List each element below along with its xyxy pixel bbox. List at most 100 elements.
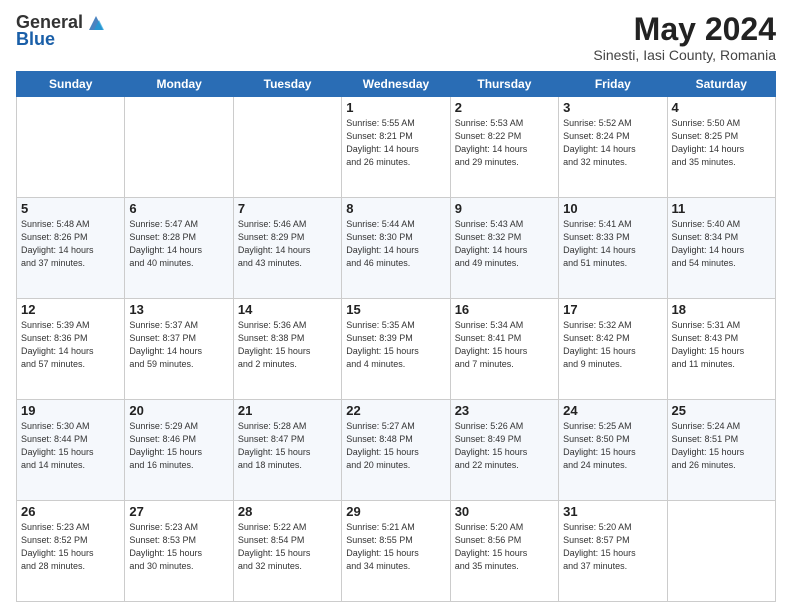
calendar-cell	[667, 501, 775, 602]
weekday-header-thursday: Thursday	[450, 72, 558, 97]
day-info: Sunrise: 5:50 AM Sunset: 8:25 PM Dayligh…	[672, 117, 771, 169]
day-number: 22	[346, 403, 445, 418]
calendar-cell: 6 Sunrise: 5:47 AM Sunset: 8:28 PM Daylig…	[125, 198, 233, 299]
day-info: Sunrise: 5:37 AM Sunset: 8:37 PM Dayligh…	[129, 319, 228, 371]
calendar-cell: 2 Sunrise: 5:53 AM Sunset: 8:22 PM Daylig…	[450, 97, 558, 198]
day-info: Sunrise: 5:32 AM Sunset: 8:42 PM Dayligh…	[563, 319, 662, 371]
calendar-cell: 5 Sunrise: 5:48 AM Sunset: 8:26 PM Daylig…	[17, 198, 125, 299]
day-number: 11	[672, 201, 771, 216]
day-number: 26	[21, 504, 120, 519]
day-number: 14	[238, 302, 337, 317]
day-info: Sunrise: 5:47 AM Sunset: 8:28 PM Dayligh…	[129, 218, 228, 270]
day-info: Sunrise: 5:23 AM Sunset: 8:52 PM Dayligh…	[21, 521, 120, 573]
day-info: Sunrise: 5:39 AM Sunset: 8:36 PM Dayligh…	[21, 319, 120, 371]
day-info: Sunrise: 5:46 AM Sunset: 8:29 PM Dayligh…	[238, 218, 337, 270]
day-info: Sunrise: 5:29 AM Sunset: 8:46 PM Dayligh…	[129, 420, 228, 472]
day-number: 4	[672, 100, 771, 115]
day-number: 13	[129, 302, 228, 317]
calendar-cell: 8 Sunrise: 5:44 AM Sunset: 8:30 PM Daylig…	[342, 198, 450, 299]
day-number: 5	[21, 201, 120, 216]
day-info: Sunrise: 5:30 AM Sunset: 8:44 PM Dayligh…	[21, 420, 120, 472]
day-number: 9	[455, 201, 554, 216]
calendar-cell: 17Sunrise: 5:32 AM Sunset: 8:42 PM Dayli…	[559, 299, 667, 400]
calendar-cell: 12 Sunrise: 5:39 AM Sunset: 8:36 PM Dayli…	[17, 299, 125, 400]
calendar-cell: 1 Sunrise: 5:55 AM Sunset: 8:21 PM Daylig…	[342, 97, 450, 198]
day-info: Sunrise: 5:36 AM Sunset: 8:38 PM Dayligh…	[238, 319, 337, 371]
day-info: Sunrise: 5:53 AM Sunset: 8:22 PM Dayligh…	[455, 117, 554, 169]
day-info: Sunrise: 5:26 AM Sunset: 8:49 PM Dayligh…	[455, 420, 554, 472]
calendar-cell: 28 Sunrise: 5:22 AM Sunset: 8:54 PM Dayli…	[233, 501, 341, 602]
calendar-cell: 30 Sunrise: 5:20 AM Sunset: 8:56 PM Dayli…	[450, 501, 558, 602]
weekday-header-wednesday: Wednesday	[342, 72, 450, 97]
day-number: 19	[21, 403, 120, 418]
calendar-cell: 25 Sunrise: 5:24 AM Sunset: 8:51 PM Dayli…	[667, 400, 775, 501]
day-number: 18	[672, 302, 771, 317]
calendar-cell: 29Sunrise: 5:21 AM Sunset: 8:55 PM Dayli…	[342, 501, 450, 602]
day-number: 30	[455, 504, 554, 519]
day-number: 2	[455, 100, 554, 115]
day-number: 27	[129, 504, 228, 519]
day-info: Sunrise: 5:31 AM Sunset: 8:43 PM Dayligh…	[672, 319, 771, 371]
day-info: Sunrise: 5:20 AM Sunset: 8:56 PM Dayligh…	[455, 521, 554, 573]
day-number: 15	[346, 302, 445, 317]
day-info: Sunrise: 5:25 AM Sunset: 8:50 PM Dayligh…	[563, 420, 662, 472]
day-info: Sunrise: 5:43 AM Sunset: 8:32 PM Dayligh…	[455, 218, 554, 270]
calendar-cell: 23 Sunrise: 5:26 AM Sunset: 8:49 PM Dayli…	[450, 400, 558, 501]
calendar-cell: 4 Sunrise: 5:50 AM Sunset: 8:25 PM Daylig…	[667, 97, 775, 198]
calendar-cell: 26 Sunrise: 5:23 AM Sunset: 8:52 PM Dayli…	[17, 501, 125, 602]
calendar-cell	[17, 97, 125, 198]
day-number: 8	[346, 201, 445, 216]
day-number: 25	[672, 403, 771, 418]
day-info: Sunrise: 5:24 AM Sunset: 8:51 PM Dayligh…	[672, 420, 771, 472]
day-info: Sunrise: 5:35 AM Sunset: 8:39 PM Dayligh…	[346, 319, 445, 371]
day-number: 23	[455, 403, 554, 418]
day-number: 20	[129, 403, 228, 418]
day-info: Sunrise: 5:21 AM Sunset: 8:55 PM Dayligh…	[346, 521, 445, 573]
calendar-cell: 31 Sunrise: 5:20 AM Sunset: 8:57 PM Dayli…	[559, 501, 667, 602]
day-info: Sunrise: 5:48 AM Sunset: 8:26 PM Dayligh…	[21, 218, 120, 270]
day-number: 12	[21, 302, 120, 317]
calendar-cell: 24 Sunrise: 5:25 AM Sunset: 8:50 PM Dayli…	[559, 400, 667, 501]
weekday-header-monday: Monday	[125, 72, 233, 97]
day-number: 31	[563, 504, 662, 519]
day-info: Sunrise: 5:23 AM Sunset: 8:53 PM Dayligh…	[129, 521, 228, 573]
day-number: 16	[455, 302, 554, 317]
calendar-cell: 15 Sunrise: 5:35 AM Sunset: 8:39 PM Dayli…	[342, 299, 450, 400]
weekday-header-tuesday: Tuesday	[233, 72, 341, 97]
calendar-table: SundayMondayTuesdayWednesdayThursdayFrid…	[16, 71, 776, 602]
page: General Blue May 2024 Sinesti, Iasi Coun…	[0, 0, 792, 612]
day-info: Sunrise: 5:52 AM Sunset: 8:24 PM Dayligh…	[563, 117, 662, 169]
calendar-cell: 10 Sunrise: 5:41 AM Sunset: 8:33 PM Dayli…	[559, 198, 667, 299]
month-title: May 2024	[593, 12, 776, 47]
day-info: Sunrise: 5:44 AM Sunset: 8:30 PM Dayligh…	[346, 218, 445, 270]
calendar-cell: 13 Sunrise: 5:37 AM Sunset: 8:37 PM Dayli…	[125, 299, 233, 400]
calendar-cell: 19 Sunrise: 5:30 AM Sunset: 8:44 PM Dayli…	[17, 400, 125, 501]
calendar-cell: 18 Sunrise: 5:31 AM Sunset: 8:43 PM Dayli…	[667, 299, 775, 400]
logo: General Blue	[16, 12, 107, 50]
day-info: Sunrise: 5:41 AM Sunset: 8:33 PM Dayligh…	[563, 218, 662, 270]
day-number: 24	[563, 403, 662, 418]
day-info: Sunrise: 5:22 AM Sunset: 8:54 PM Dayligh…	[238, 521, 337, 573]
day-number: 1	[346, 100, 445, 115]
day-info: Sunrise: 5:55 AM Sunset: 8:21 PM Dayligh…	[346, 117, 445, 169]
calendar-cell: 11 Sunrise: 5:40 AM Sunset: 8:34 PM Dayli…	[667, 198, 775, 299]
calendar-cell	[125, 97, 233, 198]
calendar-cell: 14 Sunrise: 5:36 AM Sunset: 8:38 PM Dayli…	[233, 299, 341, 400]
calendar-cell: 21Sunrise: 5:28 AM Sunset: 8:47 PM Dayli…	[233, 400, 341, 501]
calendar-cell	[233, 97, 341, 198]
calendar-cell: 20 Sunrise: 5:29 AM Sunset: 8:46 PM Dayli…	[125, 400, 233, 501]
weekday-header-sunday: Sunday	[17, 72, 125, 97]
day-number: 7	[238, 201, 337, 216]
logo-blue-text: Blue	[16, 30, 55, 50]
calendar-cell: 3 Sunrise: 5:52 AM Sunset: 8:24 PM Daylig…	[559, 97, 667, 198]
day-number: 10	[563, 201, 662, 216]
day-info: Sunrise: 5:40 AM Sunset: 8:34 PM Dayligh…	[672, 218, 771, 270]
location-subtitle: Sinesti, Iasi County, Romania	[593, 47, 776, 63]
header: General Blue May 2024 Sinesti, Iasi Coun…	[16, 12, 776, 63]
day-info: Sunrise: 5:20 AM Sunset: 8:57 PM Dayligh…	[563, 521, 662, 573]
day-number: 6	[129, 201, 228, 216]
day-info: Sunrise: 5:28 AM Sunset: 8:47 PM Dayligh…	[238, 420, 337, 472]
day-number: 28	[238, 504, 337, 519]
day-number: 3	[563, 100, 662, 115]
calendar-cell: 7 Sunrise: 5:46 AM Sunset: 8:29 PM Daylig…	[233, 198, 341, 299]
